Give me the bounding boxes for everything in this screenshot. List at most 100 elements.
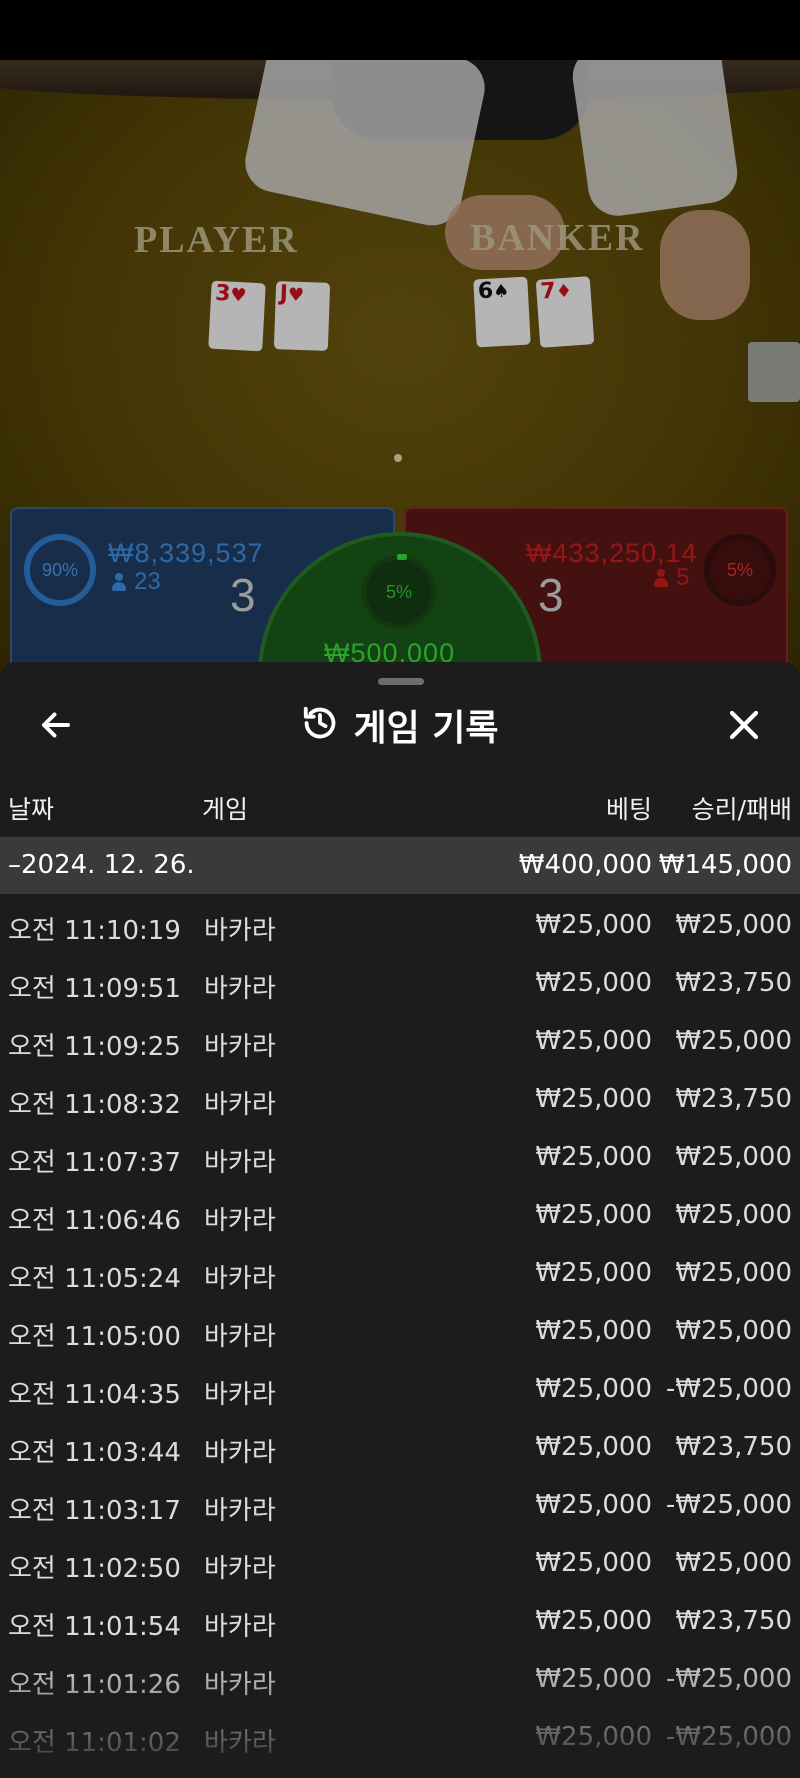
row-time: 오전 11:02:50	[8, 1554, 181, 1584]
row-time: 오전 11:05:24	[8, 1264, 181, 1294]
banker-user-count: 5	[654, 564, 689, 592]
row-time: 오전 11:09:51	[8, 974, 181, 1004]
row-time: 오전 11:01:02	[8, 1728, 181, 1758]
row-bet: ₩25,000	[535, 1722, 652, 1752]
history-row[interactable]: 오전 11:06:46 바카라 ₩25,000 ₩25,000	[0, 1184, 800, 1242]
dealer-hand-right	[660, 210, 750, 320]
row-bet: ₩25,000	[535, 910, 652, 940]
row-bet: ₩25,000	[535, 1664, 652, 1694]
banker-percent-ring: 5%	[704, 534, 776, 606]
back-button[interactable]	[28, 700, 84, 750]
history-row[interactable]: 오전 11:07:37 바카라 ₩25,000 ₩25,000	[0, 1126, 800, 1184]
col-game: 게임	[202, 795, 249, 824]
row-time: 오전 11:04:35	[8, 1380, 181, 1410]
history-list: 오전 11:10:19 바카라 ₩25,000 ₩25,000 오전 11:09:51…	[0, 894, 800, 1764]
card-rank: 7♦	[539, 278, 573, 305]
row-game: 바카라	[204, 1380, 276, 1410]
dealer-arm-left	[239, 60, 491, 232]
row-game: 바카라	[204, 1670, 276, 1700]
row-time: 오전 11:06:46	[8, 1206, 181, 1236]
row-time: 오전 11:01:26	[8, 1670, 181, 1700]
close-button[interactable]	[716, 700, 772, 750]
row-result: ₩23,750	[675, 1432, 792, 1462]
history-row[interactable]: 오전 11:01:02 바카라 ₩25,000 -₩25,000	[0, 1706, 800, 1764]
row-bet: ₩25,000	[535, 1316, 652, 1346]
day-summary-row[interactable]: –2024. 12. 26. ₩400,000 ₩145,000	[0, 837, 800, 894]
row-game: 바카라	[204, 1090, 276, 1120]
row-result: ₩25,000	[675, 1316, 792, 1346]
row-bet: ₩25,000	[535, 1200, 652, 1230]
row-time: 오전 11:03:44	[8, 1438, 181, 1468]
history-row[interactable]: 오전 11:02:50 바카라 ₩25,000 ₩25,000	[0, 1532, 800, 1590]
sheet-drag-handle[interactable]	[378, 678, 424, 685]
day-result-total: ₩145,000	[658, 850, 792, 880]
history-row[interactable]: 오전 11:09:51 바카라 ₩25,000 ₩23,750	[0, 952, 800, 1010]
col-bet: 베팅	[605, 795, 652, 824]
sheet-title: 게임 기록	[353, 708, 499, 749]
title-group: 게임 기록	[0, 690, 800, 760]
row-time: 오전 11:03:17	[8, 1496, 181, 1526]
row-bet: ₩25,000	[535, 1432, 652, 1462]
row-game: 바카라	[204, 1554, 276, 1584]
row-result: ₩25,000	[675, 1548, 792, 1578]
history-icon	[301, 704, 339, 747]
history-row[interactable]: 오전 11:03:44 바카라 ₩25,000 ₩23,750	[0, 1416, 800, 1474]
row-result: ₩23,750	[675, 1606, 792, 1636]
tie-percent: 5%	[385, 581, 412, 602]
row-bet: ₩25,000	[535, 1490, 652, 1520]
history-row[interactable]: 오전 11:03:17 바카라 ₩25,000 -₩25,000	[0, 1474, 800, 1532]
tie-percent-ring: 5%	[362, 554, 436, 629]
player-percent-ring: 90%	[24, 534, 96, 606]
row-result: -₩25,000	[665, 1664, 792, 1694]
row-game: 바카라	[204, 1148, 276, 1178]
row-game: 바카라	[204, 974, 276, 1004]
row-result: ₩25,000	[675, 1258, 792, 1288]
player-table-label: PLAYER	[134, 219, 299, 261]
history-row[interactable]: 오전 11:01:54 바카라 ₩25,000 ₩23,750	[0, 1590, 800, 1648]
row-bet: ₩25,000	[535, 1548, 652, 1578]
card-shoe	[748, 342, 800, 402]
row-result: ₩25,000	[675, 1200, 792, 1230]
row-game: 바카라	[204, 1438, 276, 1468]
close-icon	[729, 710, 759, 740]
row-game: 바카라	[204, 1728, 276, 1758]
history-row[interactable]: 오전 11:09:25 바카라 ₩25,000 ₩25,000	[0, 1010, 800, 1068]
row-bet: ₩25,000	[535, 1142, 652, 1172]
history-row[interactable]: 오전 11:04:35 바카라 ₩25,000 -₩25,000	[0, 1358, 800, 1416]
banker-score: 3	[538, 569, 564, 621]
row-game: 바카라	[204, 1322, 276, 1352]
history-row[interactable]: 오전 11:08:32 바카라 ₩25,000 ₩23,750	[0, 1068, 800, 1126]
row-game: 바카라	[204, 1206, 276, 1236]
card-rank: J♥	[279, 281, 305, 307]
row-game: 바카라	[204, 1612, 276, 1642]
row-game: 바카라	[204, 1264, 276, 1294]
day-label: –2024. 12. 26.	[8, 850, 195, 880]
sheet-header: 게임 기록	[0, 690, 800, 760]
row-result: ₩25,000	[675, 1026, 792, 1056]
user-icon	[112, 573, 126, 591]
user-icon	[654, 569, 668, 587]
row-time: 오전 11:10:19	[8, 916, 181, 946]
history-row[interactable]: 오전 11:01:26 바카라 ₩25,000 -₩25,000	[0, 1648, 800, 1706]
game-history-sheet: 게임 기록 날짜 게임 베팅 승리/패배 –2024. 12. 26. ₩400…	[0, 662, 800, 1778]
row-bet: ₩25,000	[535, 968, 652, 998]
dealer-arm-right	[568, 60, 742, 220]
row-time: 오전 11:09:25	[8, 1032, 181, 1062]
history-row[interactable]: 오전 11:05:24 바카라 ₩25,000 ₩25,000	[0, 1242, 800, 1300]
row-game: 바카라	[204, 916, 276, 946]
col-date: 날짜	[8, 795, 55, 824]
column-headers: 날짜 게임 베팅 승리/패배	[0, 784, 800, 824]
player-card-1: 3♥	[208, 280, 266, 352]
card-rank: 6♠	[477, 278, 510, 305]
card-rank: 3♥	[214, 280, 248, 307]
row-result: -₩25,000	[665, 1490, 792, 1520]
history-row[interactable]: 오전 11:05:00 바카라 ₩25,000 ₩25,000	[0, 1300, 800, 1358]
row-bet: ₩25,000	[535, 1606, 652, 1636]
row-time: 오전 11:08:32	[8, 1090, 181, 1120]
day-bet-total: ₩400,000	[518, 850, 652, 880]
history-row[interactable]: 오전 11:10:19 바카라 ₩25,000 ₩25,000	[0, 894, 800, 952]
row-bet: ₩25,000	[535, 1084, 652, 1114]
row-game: 바카라	[204, 1496, 276, 1526]
row-result: ₩25,000	[675, 910, 792, 940]
banker-card-2: 7♦	[535, 276, 595, 348]
